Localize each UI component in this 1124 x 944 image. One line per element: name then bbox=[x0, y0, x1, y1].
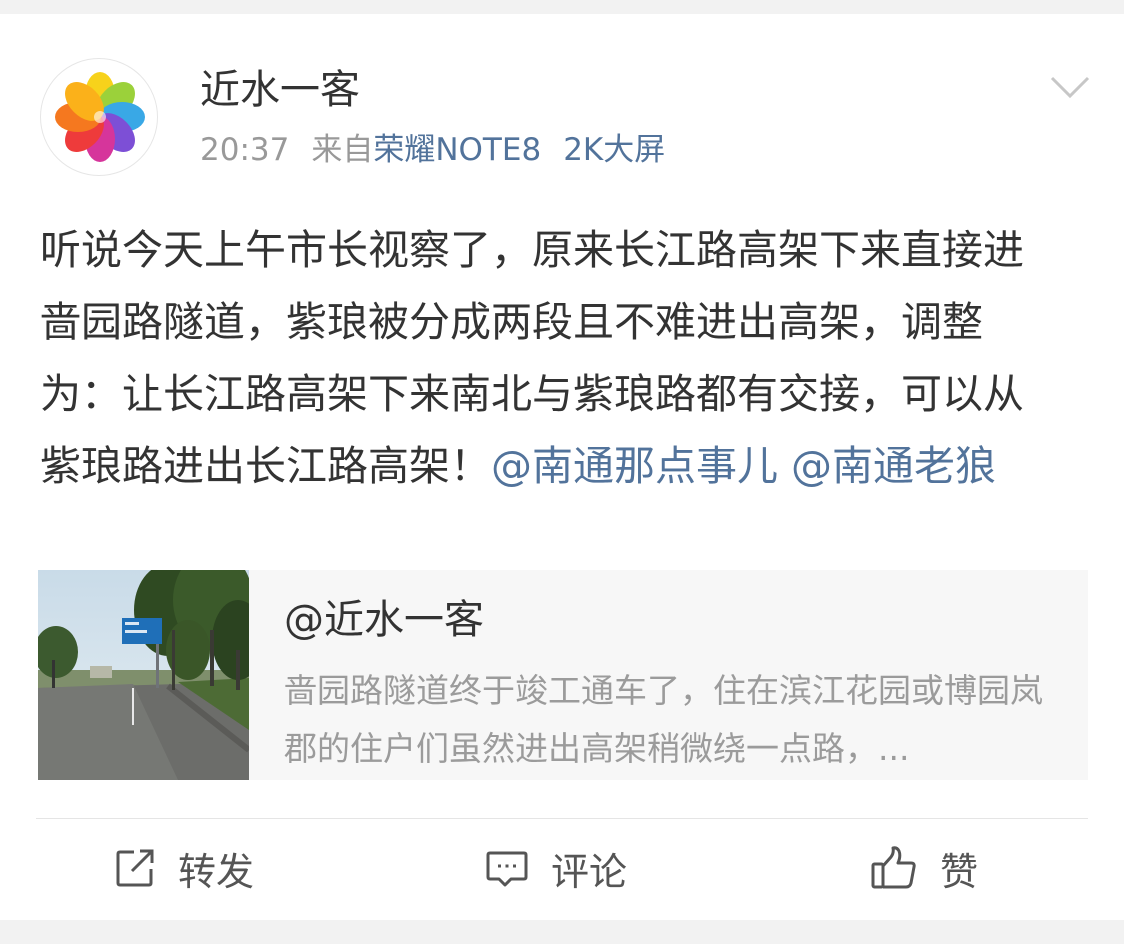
source-prefix: 来自 bbox=[311, 132, 374, 168]
like-label: 赞 bbox=[940, 849, 979, 894]
comment-button[interactable]: 评论 bbox=[485, 836, 627, 900]
shared-post-card[interactable]: @近水一客 啬园路隧道终于竣工通车了，住在滨江花园或博园岚郡的住户们虽然进出高架… bbox=[38, 570, 1088, 780]
username[interactable]: 近水一客 bbox=[200, 64, 360, 116]
mention-nantong-laolang[interactable]: @南通老狼 bbox=[791, 442, 996, 490]
mention-nantong-nadianshier[interactable]: @南通那点事儿 bbox=[491, 442, 778, 490]
shared-post-thumbnail bbox=[38, 570, 249, 780]
source-extra-link[interactable]: 2K大屏 bbox=[563, 132, 665, 168]
thumbs-up-icon bbox=[870, 845, 918, 891]
post-time: 20:37 bbox=[200, 132, 290, 168]
repost-button[interactable]: 转发 bbox=[114, 836, 254, 900]
flower-logo-icon bbox=[55, 72, 145, 162]
like-button[interactable]: 赞 bbox=[870, 836, 978, 900]
avatar[interactable] bbox=[40, 58, 158, 176]
post-menu-button[interactable] bbox=[1048, 72, 1092, 102]
comment-icon bbox=[485, 847, 529, 889]
post-text: 听说今天上午市长视察了，原来长江路高架下来直接进啬园路隧道，紫琅被分成两段且不难… bbox=[40, 214, 1050, 502]
repost-label: 转发 bbox=[178, 849, 255, 894]
comment-label: 评论 bbox=[551, 849, 628, 894]
post-meta: 20:37 来自荣耀NOTE8 2K大屏 bbox=[200, 129, 665, 171]
weibo-post-card: 近水一客 20:37 来自荣耀NOTE8 2K大屏 听说今天上午市长视察了，原来长江… bbox=[0, 14, 1124, 920]
action-bar-divider bbox=[36, 818, 1088, 819]
chevron-down-icon bbox=[1050, 76, 1090, 99]
repost-icon bbox=[114, 847, 156, 889]
shared-post-description: 啬园路隧道终于竣工通车了，住在滨江花园或博园岚郡的住户们虽然进出高架稍微绕一点路… bbox=[284, 671, 1043, 768]
source-device-link[interactable]: 荣耀NOTE8 bbox=[373, 132, 541, 168]
shared-post-title: @近水一客 bbox=[284, 597, 484, 643]
